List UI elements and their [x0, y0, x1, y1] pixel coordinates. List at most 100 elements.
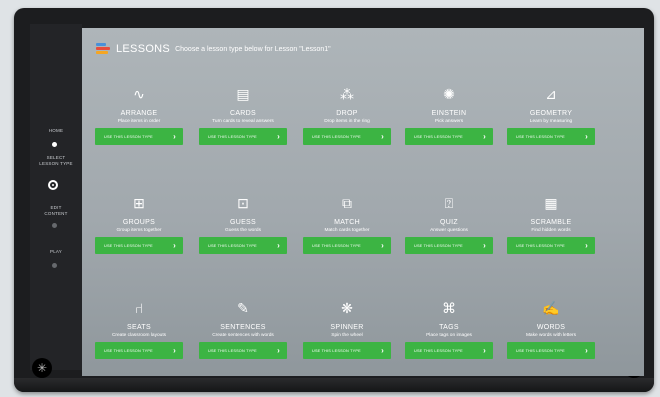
lesson-card-guess: ⊡ GUESS Guess the words — [194, 193, 292, 233]
play-label: PLAY — [50, 249, 62, 254]
match-icon: ⧉ — [342, 195, 352, 211]
page-title: LESSONS — [116, 43, 171, 55]
use-lesson-type-button[interactable]: USE THIS LESSON TYPE › — [303, 237, 391, 254]
books-icon — [96, 42, 112, 56]
use-lesson-type-label: USE THIS LESSON TYPE — [516, 348, 565, 353]
side-panel: HOME SELECT LESSON TYPE EDIT CONTENT PLA… — [30, 24, 82, 370]
lesson-description: Answer questions — [430, 228, 468, 233]
lesson-description: Group items together — [116, 228, 162, 233]
lesson-name: WORDS — [536, 324, 566, 331]
lesson-name: DROP — [336, 110, 358, 117]
lesson-description: Find hidden words — [531, 228, 571, 233]
chevron-right-icon: › — [381, 346, 384, 355]
use-lesson-type-button[interactable]: USE THIS LESSON TYPE › — [303, 342, 391, 359]
cards-icon: ▤ — [236, 86, 250, 102]
brain-icon: ✺ — [443, 86, 455, 102]
lesson-card-match: ⧉ MATCH Match cards together — [298, 193, 396, 233]
lesson-description: Guess the words — [225, 228, 261, 233]
use-lesson-type-button[interactable]: USE THIS LESSON TYPE › — [199, 342, 287, 359]
chevron-right-icon: › — [381, 132, 384, 141]
lesson-card-sentences: ✎ SENTENCES Create sentences with words — [194, 298, 292, 338]
page-header: LESSONS Choose a lesson type below for L… — [96, 42, 331, 56]
lesson-name: MATCH — [334, 219, 360, 226]
play-button[interactable] — [52, 263, 57, 268]
lesson-description: Drop items in the ring — [324, 119, 370, 124]
lesson-description: Turn cards to reveal answers — [212, 119, 274, 124]
ruler-icon: ⊿ — [545, 86, 557, 102]
chair-icon: ⑁ — [134, 300, 144, 316]
page-subtitle: Choose a lesson type below for Lesson "L… — [175, 45, 331, 53]
lesson-card-tags: ⌘ TAGS Place tags on images — [400, 298, 498, 338]
use-lesson-type-label: USE THIS LESSON TYPE — [104, 348, 153, 353]
use-lesson-type-button[interactable]: USE THIS LESSON TYPE › — [199, 237, 287, 254]
chevron-right-icon: › — [381, 241, 384, 250]
lesson-description: Create sentences with words — [212, 333, 274, 338]
lesson-name: SENTENCES — [220, 324, 266, 331]
pencil-icon: ✎ — [237, 300, 249, 316]
edit-content-button[interactable] — [52, 223, 57, 228]
home-button[interactable] — [52, 142, 57, 147]
use-lesson-type-label: USE THIS LESSON TYPE — [208, 243, 257, 248]
lesson-name: TAGS — [439, 324, 459, 331]
lesson-name: GEOMETRY — [529, 110, 573, 117]
lesson-name: SPINNER — [330, 324, 364, 331]
select-lesson-type-label: SELECT LESSON TYPE — [39, 155, 73, 166]
use-lesson-type-label: USE THIS LESSON TYPE — [208, 348, 257, 353]
select-lesson-type-button[interactable] — [48, 180, 58, 190]
chevron-right-icon: › — [483, 346, 486, 355]
chevron-right-icon: › — [277, 346, 280, 355]
use-lesson-type-label: USE THIS LESSON TYPE — [312, 243, 361, 248]
lesson-name: EINSTEIN — [431, 110, 467, 117]
use-lesson-type-button[interactable]: USE THIS LESSON TYPE › — [95, 128, 183, 145]
lesson-name: QUIZ — [440, 219, 458, 226]
guess-icon: ⊡ — [237, 195, 249, 211]
use-lesson-type-label: USE THIS LESSON TYPE — [414, 243, 463, 248]
asterisk-icon[interactable]: ✳ — [32, 358, 52, 378]
lesson-name: SCRAMBLE — [530, 219, 572, 226]
wave-icon: ∿ — [133, 86, 145, 102]
use-lesson-type-button[interactable]: USE THIS LESSON TYPE › — [507, 237, 595, 254]
lesson-card-seats: ⑁ SEATS Create classroom layouts — [90, 298, 188, 338]
lesson-card-arrange: ∿ ARRANGE Place items in order — [90, 84, 188, 124]
lesson-description: Place items in order — [117, 119, 161, 124]
groups-icon: ⊞ — [133, 195, 145, 211]
use-lesson-type-label: USE THIS LESSON TYPE — [312, 134, 361, 139]
chevron-right-icon: › — [277, 241, 280, 250]
chevron-right-icon: › — [173, 132, 176, 141]
use-lesson-type-label: USE THIS LESSON TYPE — [516, 243, 565, 248]
edit-content-label: EDIT CONTENT — [44, 205, 68, 216]
lesson-card-spinner: ❋ SPINNER Spin the wheel — [298, 298, 396, 338]
use-lesson-type-button[interactable]: USE THIS LESSON TYPE › — [405, 128, 493, 145]
lesson-card-groups: ⊞ GROUPS Group items together — [90, 193, 188, 233]
quiz-icon: ⍰ — [444, 195, 454, 211]
chevron-right-icon: › — [483, 132, 486, 141]
use-lesson-type-label: USE THIS LESSON TYPE — [104, 134, 153, 139]
lesson-name: ARRANGE — [120, 110, 158, 117]
lesson-name: SEATS — [127, 324, 151, 331]
use-lesson-type-button[interactable]: USE THIS LESSON TYPE › — [507, 128, 595, 145]
lesson-description: Match cards together — [324, 228, 370, 233]
lesson-name: GUESS — [229, 219, 256, 226]
use-lesson-type-button[interactable]: USE THIS LESSON TYPE › — [95, 237, 183, 254]
wheel-icon: ❋ — [341, 300, 353, 316]
use-lesson-type-button[interactable]: USE THIS LESSON TYPE › — [405, 342, 493, 359]
use-lesson-type-button[interactable]: USE THIS LESSON TYPE › — [199, 128, 287, 145]
lesson-card-geometry: ⊿ GEOMETRY Learn by measuring — [502, 84, 600, 124]
lesson-card-einstein: ✺ EINSTEIN Pick answers — [400, 84, 498, 124]
lesson-screen: LESSONS Choose a lesson type below for L… — [82, 28, 644, 376]
use-lesson-type-button[interactable]: USE THIS LESSON TYPE › — [405, 237, 493, 254]
lesson-card-cards: ▤ CARDS Turn cards to reveal answers — [194, 84, 292, 124]
scramble-icon: ▦ — [544, 195, 558, 211]
use-lesson-type-button[interactable]: USE THIS LESSON TYPE › — [507, 342, 595, 359]
lesson-name: CARDS — [229, 110, 256, 117]
use-lesson-type-label: USE THIS LESSON TYPE — [516, 134, 565, 139]
use-lesson-type-button[interactable]: USE THIS LESSON TYPE › — [303, 128, 391, 145]
lesson-description: Pick answers — [434, 119, 464, 124]
chevron-right-icon: › — [483, 241, 486, 250]
use-lesson-type-button[interactable]: USE THIS LESSON TYPE › — [95, 342, 183, 359]
chevron-right-icon: › — [277, 132, 280, 141]
use-lesson-type-label: USE THIS LESSON TYPE — [312, 348, 361, 353]
use-lesson-type-label: USE THIS LESSON TYPE — [414, 134, 463, 139]
lesson-card-quiz: ⍰ QUIZ Answer questions — [400, 193, 498, 233]
use-lesson-type-label: USE THIS LESSON TYPE — [104, 243, 153, 248]
